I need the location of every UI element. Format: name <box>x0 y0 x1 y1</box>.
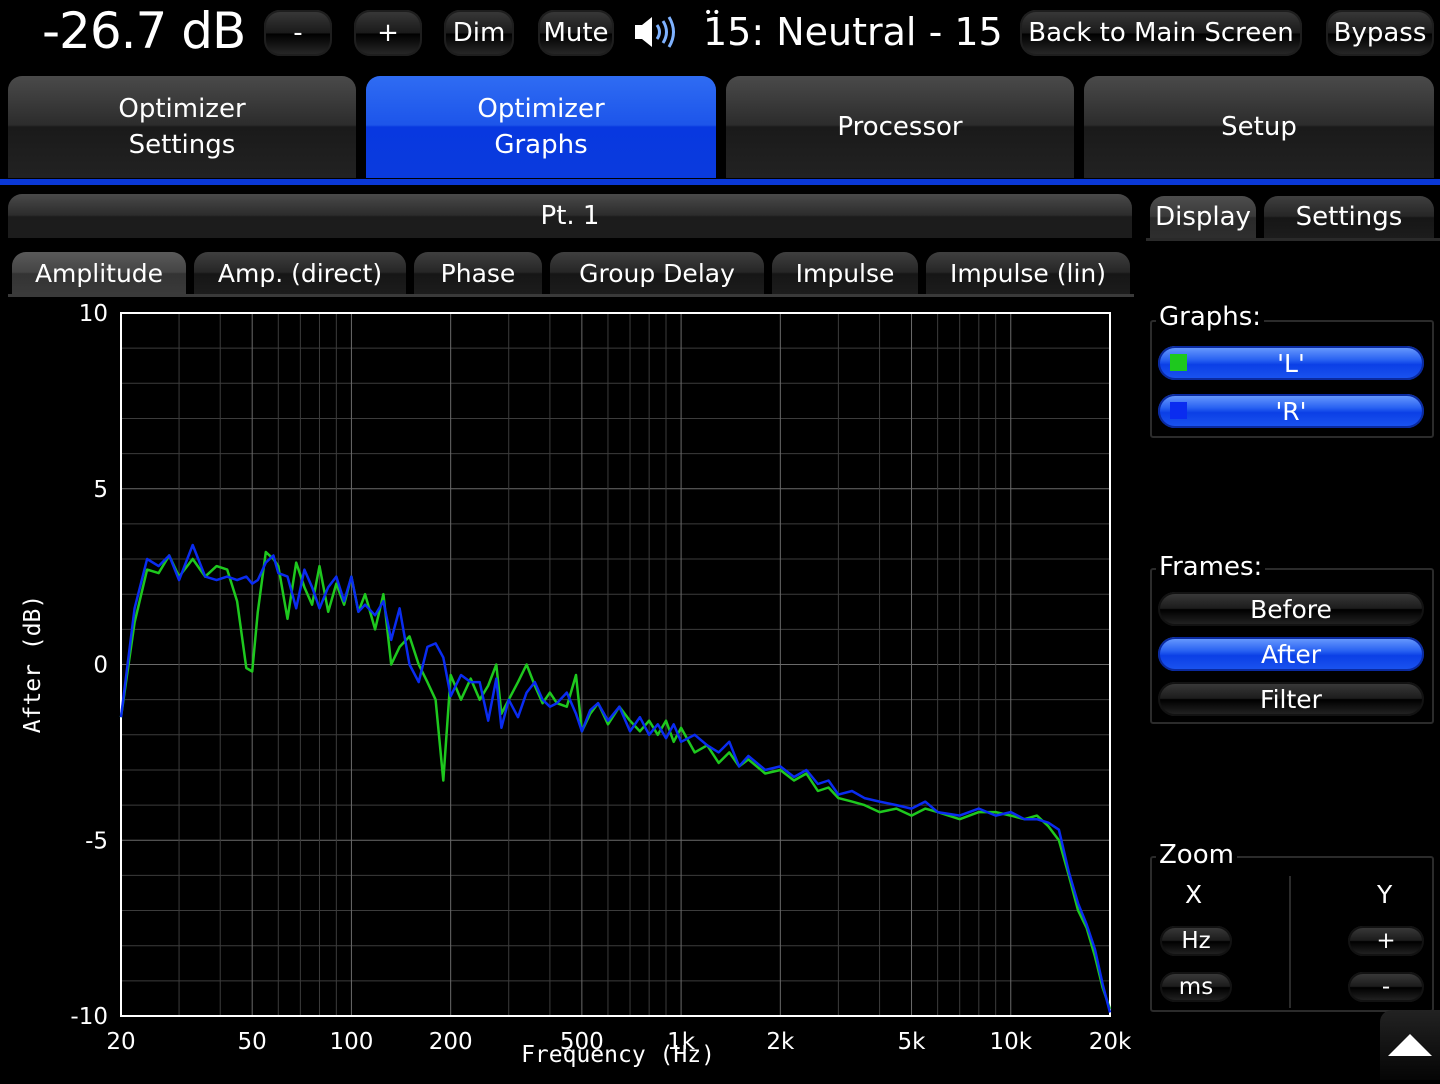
tab-setup[interactable]: Setup <box>1084 76 1434 178</box>
zoom-x-label: X <box>1185 880 1203 909</box>
scroll-up-button[interactable] <box>1380 1010 1440 1080</box>
tab-group-delay[interactable]: Group Delay <box>550 252 764 294</box>
graph-l-button[interactable]: 'L' <box>1158 346 1424 380</box>
tab-phase[interactable]: Phase <box>414 252 542 294</box>
tab-impulse[interactable]: Impulse <box>772 252 918 294</box>
tab-underline <box>0 179 1440 185</box>
graph-l-swatch <box>1170 354 1187 371</box>
graph-r-button[interactable]: 'R' <box>1158 394 1424 428</box>
tab-amp-direct[interactable]: Amp. (direct) <box>194 252 406 294</box>
volume-readout: -26.7 dB <box>42 2 246 60</box>
frame-before-button[interactable]: Before <box>1158 592 1424 626</box>
frames-label: Frames: <box>1156 552 1266 582</box>
triangle-up-icon <box>1388 1034 1432 1056</box>
dim-button[interactable]: Dim <box>444 10 514 56</box>
tab-label: Setup <box>1221 112 1297 142</box>
x-tick-label: 5k <box>898 1029 927 1055</box>
frame-after-button[interactable]: After <box>1158 637 1424 671</box>
x-axis-label: Frequency (Hz) <box>521 1042 715 1068</box>
zoom-y-out-button[interactable]: - <box>1348 972 1424 1002</box>
y-tick-label: -5 <box>85 828 108 854</box>
graph-tab-underline <box>8 294 1134 297</box>
tab-optimizer-settings[interactable]: Optimizer Settings <box>8 76 356 178</box>
tab-label: Optimizer Graphs <box>477 94 605 160</box>
x-tick-label: 2k <box>766 1029 795 1055</box>
graph-r-swatch <box>1170 402 1187 419</box>
x-tick-label: 20k <box>1089 1029 1132 1055</box>
zoom-divider <box>1289 876 1291 1008</box>
zoom-x-ms-button[interactable]: ms <box>1160 972 1232 1002</box>
mute-button[interactable]: Mute <box>538 10 614 56</box>
volume-up-button[interactable]: + <box>354 10 422 56</box>
y-axis-label: After (dB) <box>20 595 46 733</box>
bypass-button[interactable]: Bypass <box>1326 10 1434 56</box>
frame-filter-button[interactable]: Filter <box>1158 682 1424 716</box>
y-tick-label: 0 <box>93 653 108 679</box>
tab-label: Optimizer Settings <box>118 94 246 160</box>
chart-grid <box>120 312 1111 1017</box>
volume-down-button[interactable]: - <box>264 10 332 56</box>
x-tick-label: 100 <box>329 1029 373 1055</box>
tab-settings[interactable]: Settings <box>1264 196 1434 238</box>
x-tick-label: 50 <box>238 1029 267 1055</box>
amplitude-chart[interactable]: 20 50 100 200 500 1k 2k 5k 10k 20k1050-5-10 Frequ… <box>0 300 1140 1080</box>
top-bar: -26.7 dB - + Dim Mute •• 15: Neutral - 1… <box>0 0 1440 66</box>
tab-optimizer-graphs[interactable]: Optimizer Graphs <box>366 76 716 178</box>
x-tick-label: 20 <box>106 1029 135 1055</box>
x-tick-label: 10k <box>989 1029 1032 1055</box>
back-to-main-button[interactable]: Back to Main Screen <box>1020 10 1302 56</box>
preset-name: 15: Neutral - 15 <box>703 10 1003 54</box>
speaker-volume-icon[interactable] <box>632 12 688 52</box>
graph-r-label: 'R' <box>1275 396 1307 426</box>
zoom-y-label: Y <box>1377 880 1393 909</box>
y-tick-label: 10 <box>79 301 108 327</box>
tab-label: Processor <box>837 112 963 142</box>
tab-impulse-lin[interactable]: Impulse (lin) <box>926 252 1130 294</box>
tab-processor[interactable]: Processor <box>726 76 1074 178</box>
panel-title: Pt. 1 <box>8 194 1132 238</box>
graph-l-label: 'L' <box>1277 348 1305 378</box>
y-tick-label: 5 <box>93 477 108 503</box>
right-tab-underline <box>1146 238 1440 241</box>
tab-amplitude[interactable]: Amplitude <box>12 252 186 294</box>
tab-display[interactable]: Display <box>1150 196 1256 238</box>
y-tick-label: -10 <box>70 1004 108 1030</box>
zoom-y-in-button[interactable]: + <box>1348 926 1424 956</box>
graphs-label: Graphs: <box>1156 302 1265 332</box>
zoom-label: Zoom <box>1156 840 1237 870</box>
x-tick-label: 200 <box>429 1029 473 1055</box>
zoom-x-hz-button[interactable]: Hz <box>1160 926 1232 956</box>
